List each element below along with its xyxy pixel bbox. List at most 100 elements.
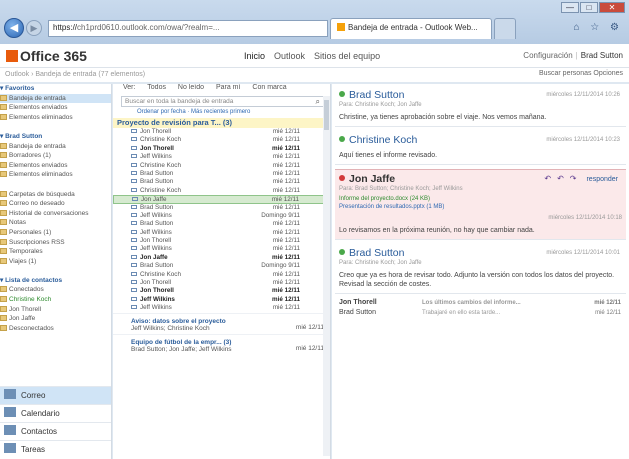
table-row[interactable]: Jon Thorell mié 12/11 — [113, 237, 330, 245]
folder-item[interactable]: Elementos enviados — [0, 161, 111, 171]
address-host: https:// — [53, 23, 78, 32]
folder-item[interactable]: Personales (1) — [0, 228, 111, 238]
logo-text: Office 365 — [20, 48, 87, 64]
table-row[interactable]: Christine Koch mié 12/11 — [113, 187, 330, 195]
nav-outlook[interactable]: Outlook — [274, 51, 305, 61]
folder-item[interactable]: Christine Koch — [0, 295, 111, 305]
folder-item[interactable]: Viajes (1) — [0, 257, 111, 267]
forward-icon[interactable]: ↷ — [570, 174, 583, 183]
mail-icon — [4, 389, 16, 399]
folder-item[interactable]: Notas — [0, 218, 111, 228]
folder-item[interactable]: Jon Thorell — [0, 305, 111, 315]
nav-contacts[interactable]: Contactos — [0, 422, 111, 440]
table-row[interactable]: Jeff Wilkins Domingo 9/11 — [113, 212, 330, 220]
folder-item[interactable]: Borradores (1) — [0, 151, 111, 161]
folder-item[interactable]: Bandeja de entrada — [0, 93, 111, 104]
table-row[interactable]: Jeff Wilkins mié 12/11 — [113, 153, 330, 161]
nav-tasks-label: Tareas — [21, 445, 46, 454]
filter-all[interactable]: Todos — [147, 84, 166, 91]
message-card[interactable]: Brad Sutton Para: Christine Koch; Jon Jaf… — [335, 244, 626, 294]
table-row[interactable]: Brad Sutton mié 12/11 — [113, 178, 330, 186]
folder-item[interactable]: Historial de conversaciones — [0, 209, 111, 219]
conversation-header[interactable]: Proyecto de revisión para T... (3) — [113, 118, 330, 128]
table-row[interactable]: Brad Sutton mié 12/11 — [113, 220, 330, 228]
folder-section[interactable]: ▾ Lista de contactos — [0, 276, 111, 286]
table-row[interactable]: Jon Thorell mié 12/11 — [113, 279, 330, 287]
attachment-item[interactable]: Informe del proyecto.docx (24 KB) — [339, 195, 622, 203]
thread-item[interactable]: Brad Sutton Trabajaré en ello esta tarde.… — [332, 308, 629, 318]
folder-item[interactable]: Jon Jaffe — [0, 314, 111, 324]
table-row[interactable]: Jeff Wilkins mié 12/11 — [113, 245, 330, 253]
back-arrow-icon[interactable]: ◀ — [4, 18, 24, 38]
folder-label: Bandeja de entrada — [9, 142, 66, 150]
folder-item[interactable]: Bandeja de entrada — [0, 142, 111, 152]
scrollbar-thumb[interactable] — [324, 100, 329, 130]
sort-links[interactable]: Ordenar por fecha · Más recientes primer… — [113, 107, 330, 118]
folder-item[interactable]: Carpetas de búsqueda — [0, 190, 111, 200]
attachment-item[interactable]: Presentación de resultados.pptx (1 MB) — [339, 203, 622, 211]
table-row[interactable]: Christine Koch mié 12/11 — [113, 136, 330, 144]
forward-arrow-icon[interactable]: ▶ — [26, 20, 42, 36]
table-row[interactable]: Jon Jaffe mié 12/11 — [113, 254, 330, 262]
user-name-link[interactable]: Brad Sutton — [581, 51, 623, 60]
nav-tasks[interactable]: Tareas — [0, 440, 111, 458]
message-card[interactable]: Brad Sutton Para: Christine Koch; Jon Jaf… — [335, 86, 626, 127]
table-row[interactable]: Jon Thorell mié 12/11 — [113, 128, 330, 136]
thread-item[interactable]: Jon Thorell Los últimos cambios del infor… — [332, 298, 629, 308]
browser-tab-active[interactable]: Bandeja de entrada - Outlook Web... — [330, 18, 492, 39]
list-item[interactable]: Aviso: datos sobre el proyecto Jeff Wilk… — [113, 312, 330, 334]
address-bar[interactable]: https://ch1prd0610.outlook.com/owa/?real… — [48, 20, 328, 37]
search-input[interactable]: Buscar en toda la bandeja de entrada ⌕ — [121, 96, 324, 107]
list-item-date: mié 12/11 — [295, 344, 324, 352]
table-row[interactable]: Jon Thorell mié 12/11 — [113, 287, 330, 295]
folder-item[interactable]: Correo no deseado — [0, 199, 111, 209]
table-row[interactable]: Jon Jaffe mié 12/11 — [113, 195, 330, 204]
folder-item[interactable]: Conectados — [0, 285, 111, 295]
browser-tools-icon[interactable]: ⌂ ☆ ⚙ — [573, 22, 623, 33]
search-icon[interactable]: ⌕ — [316, 97, 320, 107]
message-card[interactable]: Christine Koch miércoles 12/11/2014 10:23… — [335, 131, 626, 165]
reply-icon[interactable]: ↶ — [544, 174, 557, 183]
maximize-button[interactable]: □ — [580, 2, 598, 13]
table-row[interactable]: Brad Sutton mié 12/11 — [113, 170, 330, 178]
minimize-button[interactable]: — — [561, 2, 579, 13]
message-card[interactable]: Jon Jaffe Para: Brad Sutton; Christine Ko… — [335, 169, 626, 240]
folder-item[interactable]: Elementos eliminados — [0, 113, 111, 123]
table-row[interactable]: Jeff Wilkins mié 12/11 — [113, 229, 330, 237]
nav-calendar[interactable]: Calendario — [0, 404, 111, 422]
table-row[interactable]: Christine Koch mié 12/11 — [113, 162, 330, 170]
folder-item[interactable]: Desconectados — [0, 324, 111, 334]
table-row[interactable]: Brad Sutton Domingo 9/11 — [113, 262, 330, 270]
envelope-icon — [131, 162, 137, 167]
filter-to-me[interactable]: Para mí — [216, 84, 241, 91]
settings-link[interactable]: Configuración — [523, 51, 572, 60]
folder-section[interactable]: ▾ Brad Sutton — [0, 132, 111, 142]
table-row[interactable]: Jon Thorell mié 12/11 — [113, 145, 330, 153]
list-scrollbar[interactable] — [323, 96, 330, 456]
close-button[interactable]: ✕ — [599, 2, 625, 13]
table-row[interactable]: Jeff Wilkins mié 12/11 — [113, 296, 330, 304]
filter-unread[interactable]: No leído — [178, 84, 204, 91]
table-row[interactable]: Brad Sutton mié 12/11 — [113, 204, 330, 212]
reply-link[interactable]: responder — [586, 176, 618, 183]
nav-team-sites[interactable]: Sitios del equipo — [314, 51, 380, 61]
folder-item[interactable]: Temporales — [0, 247, 111, 257]
list-item[interactable]: Equipo de fútbol de la empr... (3) Brad … — [113, 333, 330, 355]
filter-flagged[interactable]: Con marca — [252, 84, 286, 91]
folder-list: ▾ Favoritos Bandeja de entrada Elementos e… — [0, 84, 111, 343]
find-people-link[interactable]: Buscar personas Opciones — [539, 70, 623, 77]
table-row[interactable]: Christine Koch mié 12/11 — [113, 271, 330, 279]
office365-logo[interactable]: Office 365 — [6, 48, 87, 64]
nav-home[interactable]: Inicio — [244, 51, 265, 61]
folder-label: Christine Koch — [9, 296, 52, 304]
table-row[interactable]: Jeff Wilkins mié 12/11 — [113, 304, 330, 312]
folder-item[interactable]: Suscripciones RSS — [0, 238, 111, 248]
folder-section[interactable]: ▾ Favoritos — [0, 84, 111, 94]
folder-item[interactable]: Elementos eliminados — [0, 170, 111, 180]
nav-mail[interactable]: Correo — [0, 386, 111, 404]
browser-tab-new[interactable] — [494, 18, 516, 39]
reply-all-icon[interactable]: ↶ — [557, 174, 570, 183]
folder-item[interactable]: Elementos enviados — [0, 103, 111, 113]
calendar-icon — [4, 407, 16, 417]
envelope-icon — [131, 170, 137, 175]
